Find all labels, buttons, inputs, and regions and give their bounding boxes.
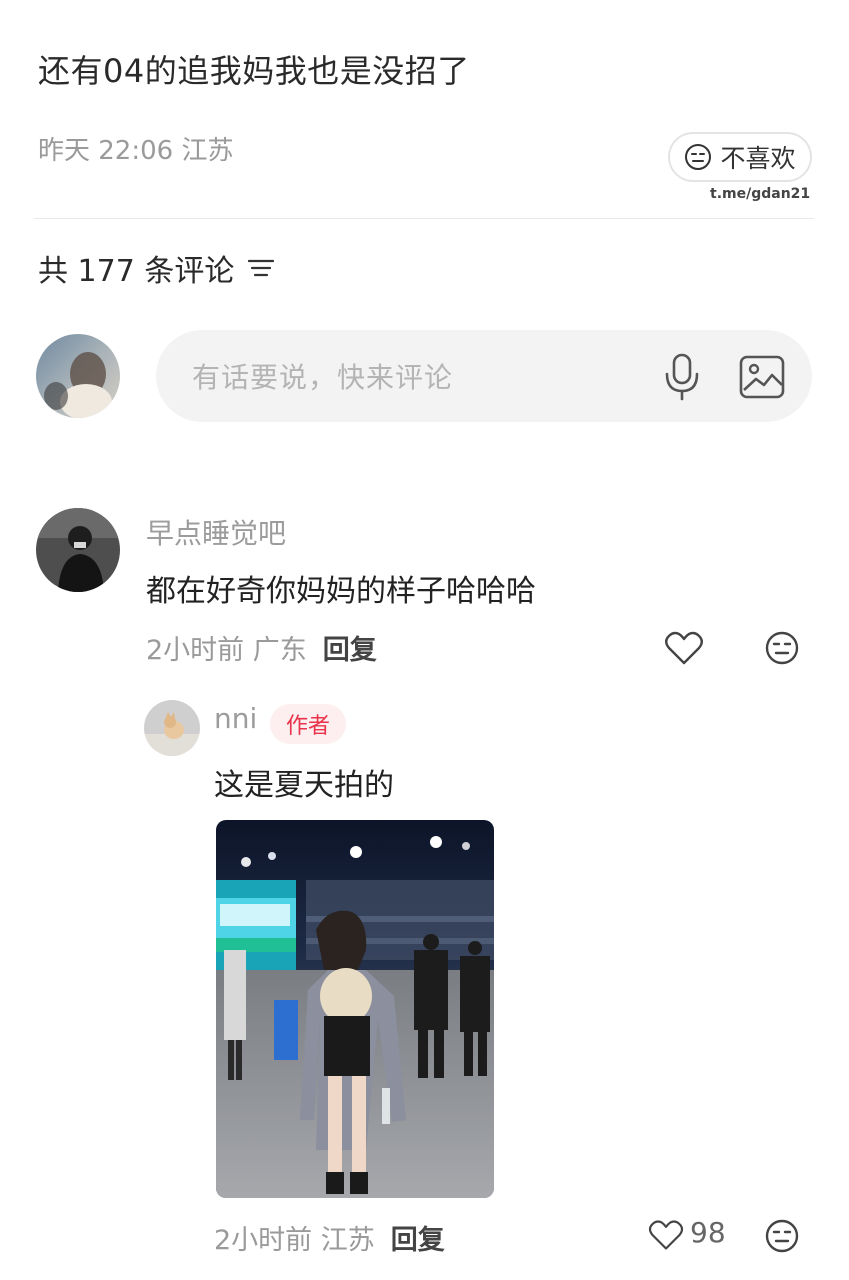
reply-photo[interactable] [216,820,494,1198]
comment-count-label: 共 177 条评论 [38,254,235,289]
comment-time-location: 2小时前 广东 [146,635,307,666]
reply-button[interactable]: 回复 [391,1225,445,1256]
heart-icon[interactable] [648,1218,684,1252]
reply-meta: 2小时前 江苏 回复 [214,1218,445,1257]
heart-icon[interactable] [664,630,704,666]
avatar[interactable] [144,700,200,756]
post-title: 还有04的追我妈我也是没招了 [38,52,470,90]
reply-button[interactable]: 回复 [323,635,377,666]
reply-text: 这是夏天拍的 [214,768,394,803]
post-meta: 昨天 22:06 江苏 [38,136,234,166]
reply-time-location: 2小时前 江苏 [214,1225,375,1256]
microphone-icon[interactable] [660,352,704,402]
comment-text: 都在好奇你妈妈的样子哈哈哈 [146,574,536,609]
like-count: 98 [690,1216,726,1249]
comment-meta: 2小时前 广东 回复 [146,628,377,667]
my-avatar[interactable] [36,334,120,418]
divider [34,218,814,219]
reply-username[interactable]: nni [214,702,257,735]
comment-input-placeholder[interactable]: 有话要说，快来评论 [192,356,453,396]
sort-lines-icon[interactable] [248,257,275,279]
avatar[interactable] [36,508,120,592]
neutral-face-icon[interactable] [764,630,800,666]
dislike-label: 不喜欢 [720,144,796,173]
dislike-button[interactable]: 不喜欢 [668,132,812,182]
neutral-face-icon [685,144,712,170]
comment-username[interactable]: 早点睡觉吧 [146,512,286,552]
watermark: t.me/gdan21 [710,186,811,202]
neutral-face-icon[interactable] [764,1218,800,1254]
author-badge: 作者 [270,704,346,744]
comment-count: 共 177 条评论 [38,246,275,290]
image-icon[interactable] [738,354,786,400]
